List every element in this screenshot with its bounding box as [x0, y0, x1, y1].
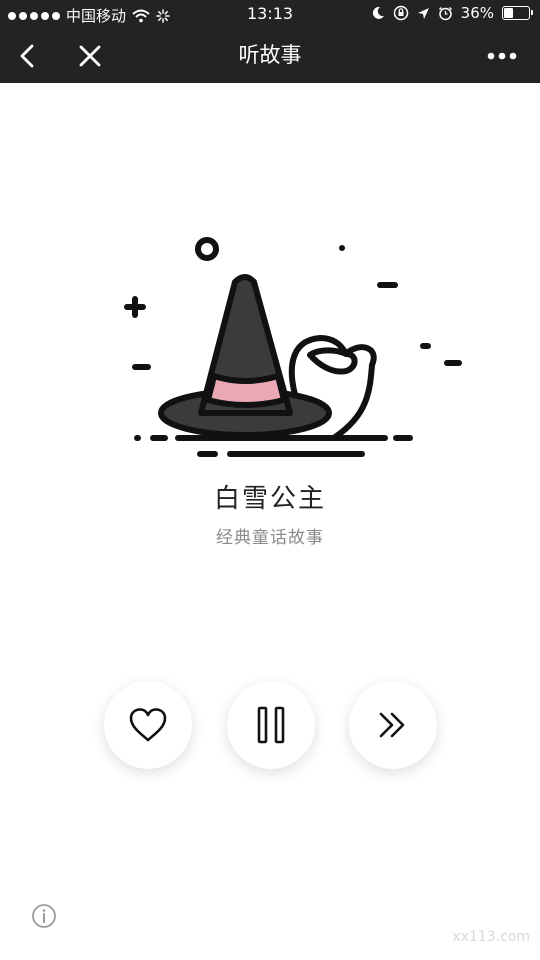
watermark: xx113.com: [452, 929, 530, 945]
alarm-icon: [438, 6, 452, 20]
player-controls: [0, 681, 540, 771]
more-dots-icon: [487, 52, 517, 59]
nav-bar: 听故事: [0, 28, 540, 83]
decor-dot-top: [339, 245, 345, 251]
pause-button[interactable]: [227, 681, 315, 769]
next-button[interactable]: [349, 681, 437, 769]
chevron-left-icon: [20, 44, 34, 67]
witch-hat-apple-illustration: [124, 237, 462, 457]
status-bar: 中国移动 13:13 36%: [0, 0, 540, 28]
battery-level-fill: [504, 8, 514, 18]
close-button[interactable]: [66, 28, 114, 83]
double-chevron-right-icon: [379, 712, 405, 738]
close-icon: [79, 45, 101, 66]
info-icon: [32, 904, 56, 928]
story-subtitle: 经典童话故事: [216, 528, 324, 548]
more-button[interactable]: [478, 28, 526, 83]
status-right: 36%: [371, 4, 533, 22]
decor-ring: [195, 237, 219, 261]
like-button[interactable]: [104, 681, 192, 769]
hat-band: [205, 373, 287, 408]
pause-icon: [257, 706, 285, 744]
story-title: 白雪公主: [213, 484, 326, 514]
info-button[interactable]: [31, 903, 57, 929]
battery-percent: 36%: [460, 4, 494, 22]
moon-icon: [372, 6, 384, 19]
orientation-lock-icon: [393, 5, 408, 21]
heart-icon: [129, 708, 167, 742]
battery-icon: [502, 6, 533, 20]
back-button[interactable]: [4, 28, 52, 83]
location-arrow-icon: [417, 7, 429, 19]
